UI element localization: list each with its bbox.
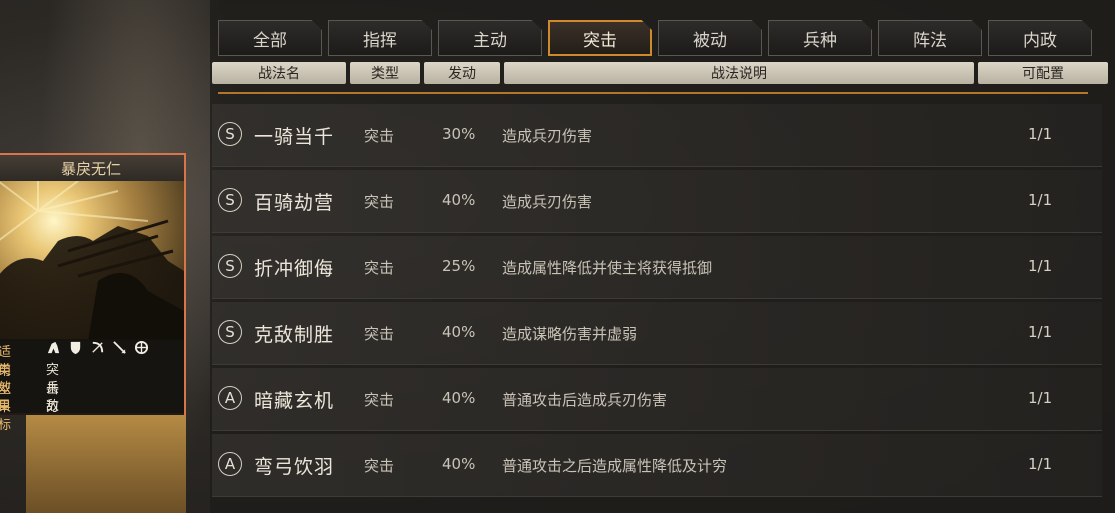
category-tabs: 全部 指挥 主动 突击 被动 兵种 阵法 内政: [218, 20, 1092, 58]
tactic-type: 突击: [364, 457, 395, 475]
tactic-detail-card[interactable]: 暴戾无仁 适用 类型 突击 效果 兵刃 目标 敌: [0, 153, 186, 471]
tactic-rate: 25%: [442, 257, 476, 275]
tab-formation[interactable]: 阵法: [878, 20, 982, 56]
column-header-name[interactable]: 战法名: [212, 62, 346, 84]
table-row[interactable]: S 克敌制胜 突击 40% 造成谋略伤害并虚弱 1/1: [212, 302, 1102, 365]
table-row[interactable]: S 一骑当千 突击 30% 造成兵刃伤害 1/1: [212, 104, 1102, 167]
tab-passive[interactable]: 被动: [658, 20, 762, 56]
table-row[interactable]: S 折冲御侮 突击 25% 造成属性降低并使主将获得抵御 1/1: [212, 236, 1102, 299]
card-title: 暴戾无仁: [0, 155, 184, 182]
bow-icon: [92, 341, 104, 353]
tactic-rate: 30%: [442, 125, 476, 143]
table-row[interactable]: A 暗藏玄机 突击 40% 普通攻击后造成兵刃伤害 1/1: [212, 368, 1102, 431]
column-header-description[interactable]: 战法说明: [504, 62, 974, 84]
spear-icon: [113, 341, 126, 354]
tactic-rate: 40%: [442, 455, 476, 473]
cavalry-icon: [47, 341, 60, 354]
grade-badge: S: [218, 320, 242, 344]
tab-command[interactable]: 指挥: [328, 20, 432, 56]
tactic-type: 突击: [364, 193, 395, 211]
tactic-rate: 40%: [442, 323, 476, 341]
tactic-count: 1/1: [1028, 455, 1053, 473]
tactic-count: 1/1: [1028, 323, 1053, 341]
column-header-rate[interactable]: 发动: [424, 62, 500, 84]
card-stack-behind: [26, 415, 186, 513]
tactic-name: 折冲御侮: [254, 258, 335, 280]
grade-badge: S: [218, 122, 242, 146]
tactic-description: 造成属性降低并使主将获得抵御: [502, 259, 713, 277]
tactic-count: 1/1: [1028, 257, 1053, 275]
grade-badge: A: [218, 386, 242, 410]
card-illustration: [0, 181, 184, 341]
tactic-rate: 40%: [442, 191, 476, 209]
tab-assault[interactable]: 突击: [548, 20, 652, 56]
tactic-description: 造成兵刃伤害: [502, 193, 593, 211]
tactic-count: 1/1: [1028, 191, 1053, 209]
tactic-rate: 40%: [442, 389, 476, 407]
column-header-type[interactable]: 类型: [350, 62, 420, 84]
wheel-icon: [134, 340, 149, 355]
tactic-count: 1/1: [1028, 125, 1053, 143]
tactic-type: 突击: [364, 127, 395, 145]
tab-active[interactable]: 主动: [438, 20, 542, 56]
tactic-description: 普通攻击之后造成属性降低及计穷: [502, 457, 728, 475]
tactic-count: 1/1: [1028, 389, 1053, 407]
tactic-name: 弯弓饮羽: [254, 456, 335, 478]
tactic-name: 一骑当千: [254, 126, 335, 148]
column-header-count[interactable]: 可配置: [978, 62, 1108, 84]
tactic-type: 突击: [364, 325, 395, 343]
tab-all[interactable]: 全部: [218, 20, 322, 56]
grade-badge: A: [218, 452, 242, 476]
grade-badge: S: [218, 254, 242, 278]
card-info: 适用 类型 突击 效果 兵刃单体 目标 敌军单体: [0, 339, 184, 471]
tab-internal-affairs[interactable]: 内政: [988, 20, 1092, 56]
tactic-name: 暗藏玄机: [254, 390, 335, 412]
tactic-name: 百骑劫营: [254, 192, 335, 214]
shield-icon: [70, 341, 81, 355]
header-divider: [218, 92, 1088, 94]
tactic-type: 突击: [364, 391, 395, 409]
tab-troop-type[interactable]: 兵种: [768, 20, 872, 56]
tactic-type: 突击: [364, 259, 395, 277]
tactic-description: 普通攻击后造成兵刃伤害: [502, 391, 668, 409]
grade-badge: S: [218, 188, 242, 212]
tactic-name: 克敌制胜: [254, 324, 335, 346]
table-row[interactable]: S 百骑劫营 突击 40% 造成兵刃伤害 1/1: [212, 170, 1102, 233]
table-row[interactable]: A 弯弓饮羽 突击 40% 普通攻击之后造成属性降低及计穷 1/1: [212, 434, 1102, 497]
tactic-description: 造成兵刃伤害: [502, 127, 593, 145]
tactic-description: 造成谋略伤害并虚弱: [502, 325, 638, 343]
target-label: 目标: [0, 399, 12, 433]
